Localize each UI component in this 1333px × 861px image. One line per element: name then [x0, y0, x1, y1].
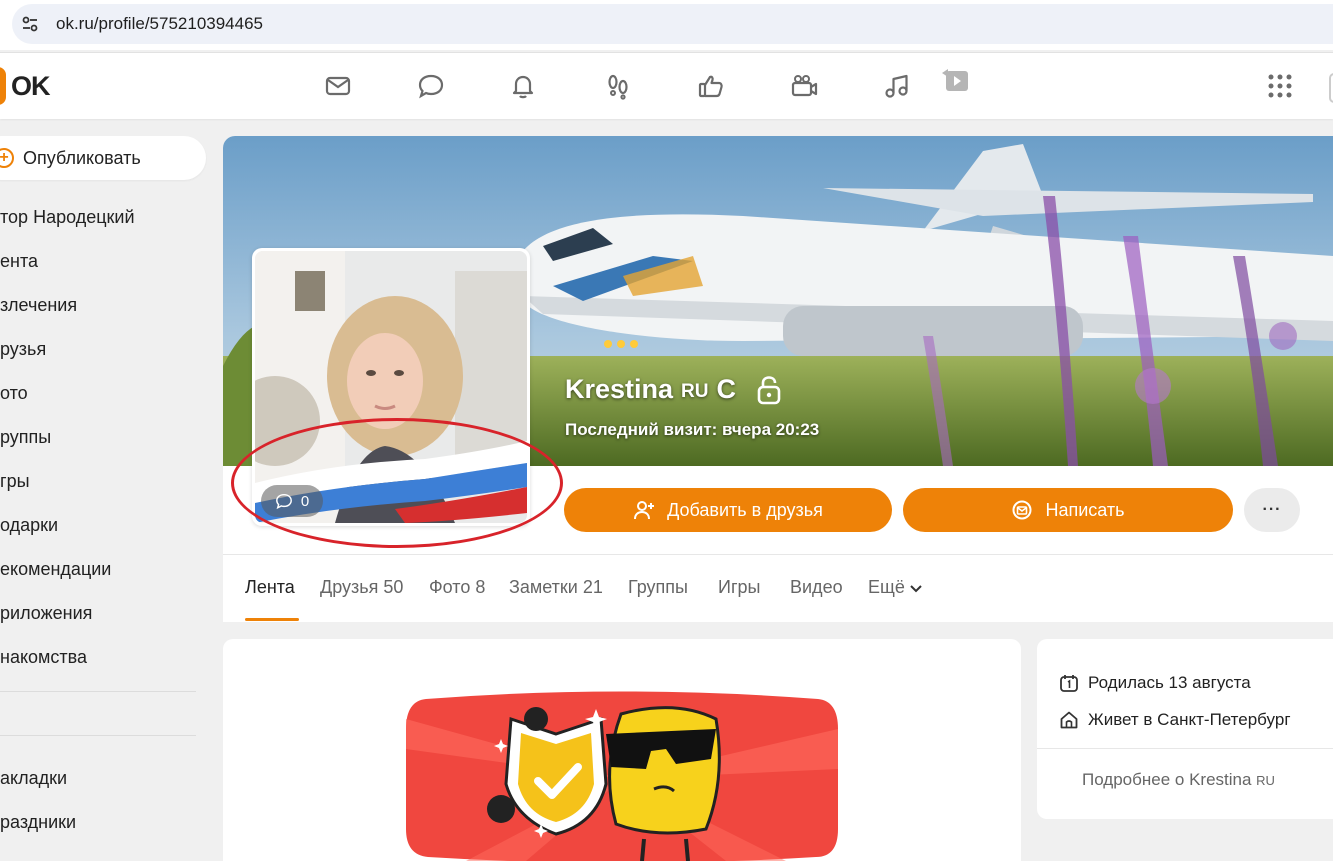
more-actions-button[interactable]: ··· — [1244, 488, 1300, 532]
bell-icon[interactable] — [506, 69, 540, 103]
profile-card: 0 Krestina RU C Последний визит: вчера 2… — [223, 136, 1333, 622]
feed-panel — [223, 639, 1021, 861]
lock-icon[interactable] — [756, 375, 782, 405]
more-about-link[interactable]: Подробнее о Krestina RU — [1082, 770, 1275, 790]
tab-friends[interactable]: Друзья 50 — [320, 577, 403, 598]
apps-grid-icon[interactable] — [1263, 69, 1297, 103]
sidebar-item-dating[interactable]: накомства — [0, 647, 200, 668]
profile-info-panel: Родилась 13 августа Живет в Санкт-Петерб… — [1037, 639, 1333, 819]
write-message-label: Написать — [1045, 499, 1125, 520]
site-settings-icon[interactable] — [12, 14, 48, 34]
header-edge-control — [1329, 73, 1333, 103]
ru-badge: RU — [681, 380, 709, 402]
sidebar-item-groups[interactable]: руппы — [0, 427, 200, 448]
sidebar-item-holidays[interactable]: раздники — [0, 812, 200, 833]
publish-button[interactable]: + Опубликовать — [0, 136, 206, 180]
write-message-button[interactable]: Написать — [903, 488, 1233, 532]
avatar-comments-button[interactable]: 0 — [261, 485, 323, 517]
ok-logo-mark — [0, 67, 6, 105]
tab-more-label: Ещё — [868, 577, 905, 597]
add-friend-button[interactable]: Добавить в друзья — [564, 488, 892, 532]
tab-feed[interactable]: Лента — [245, 577, 295, 598]
tab-video[interactable]: Видео — [790, 577, 843, 598]
tab-more[interactable]: Ещё — [868, 577, 923, 598]
tab-photos[interactable]: Фото 8 — [429, 577, 485, 598]
sidebar-item-feed[interactable]: ента — [0, 251, 200, 272]
publish-label: Опубликовать — [23, 147, 141, 168]
tab-games[interactable]: Игры — [718, 577, 760, 598]
sidebar-divider — [0, 735, 196, 736]
add-friend-label: Добавить в друзья — [667, 499, 823, 520]
profile-name-suffix: C — [716, 374, 737, 404]
city-text: Живет в Санкт-Петербург — [1088, 710, 1291, 729]
sidebar-item-recommendations[interactable]: екомендации — [0, 559, 200, 580]
comment-icon — [275, 493, 292, 510]
address-field[interactable]: ok.ru/profile/575210394465 — [12, 4, 1333, 44]
sidebar-divider — [0, 691, 196, 692]
more-about-label: Подробнее о Krestina — [1082, 770, 1252, 789]
message-icon — [1012, 500, 1032, 520]
sidebar-item-gifts[interactable]: одарки — [0, 515, 200, 536]
site-header: OK — [0, 52, 1333, 119]
chat-icon[interactable] — [414, 69, 448, 103]
city-row: Живет в Санкт-Петербург — [1059, 710, 1291, 730]
ru-badge: RU — [1256, 773, 1275, 788]
avatar-comments-count: 0 — [300, 492, 310, 510]
music-note-icon[interactable] — [880, 69, 914, 103]
sidebar-item-photos[interactable]: ото — [0, 383, 200, 404]
guests-footprints-icon[interactable] — [601, 69, 635, 103]
ok-logo[interactable]: OK — [0, 67, 50, 105]
video-play-icon[interactable] — [937, 65, 971, 99]
more-dots-icon: ··· — [1262, 501, 1282, 518]
info-divider — [1037, 748, 1333, 749]
add-user-icon — [634, 501, 655, 520]
profile-name: Krestina RU C — [565, 374, 782, 405]
ok-logo-text: OK — [11, 70, 50, 101]
sidebar-item-friends[interactable]: рузья — [0, 339, 200, 360]
tab-notes[interactable]: Заметки 21 — [509, 577, 603, 598]
birthday-text: Родилась 13 августа — [1088, 673, 1251, 692]
url-text[interactable]: ok.ru/profile/575210394465 — [56, 14, 263, 34]
active-tab-indicator — [245, 618, 299, 621]
sidebar-user-name[interactable]: тор Народецкий — [0, 207, 200, 228]
video-camera-icon[interactable] — [787, 69, 821, 103]
plus-icon: + — [0, 148, 14, 168]
last-visit-text: Последний визит: вчера 20:23 — [565, 420, 820, 439]
birthday-row: Родилась 13 августа — [1059, 673, 1251, 693]
mail-icon[interactable] — [321, 69, 355, 103]
home-icon — [1060, 711, 1078, 729]
tab-groups[interactable]: Группы — [628, 577, 688, 598]
privacy-banner-illustration — [406, 689, 838, 861]
browser-url-bar: ok.ru/profile/575210394465 — [0, 0, 1333, 50]
calendar-icon — [1060, 675, 1078, 692]
sidebar-item-entertainment[interactable]: злечения — [0, 295, 200, 316]
left-sidebar: + Опубликовать тор Народецкий ента злече… — [0, 120, 210, 861]
chevron-down-icon — [910, 584, 922, 592]
profile-first-name: Krestina — [565, 374, 674, 404]
like-icon[interactable] — [694, 69, 728, 103]
sidebar-item-apps[interactable]: риложения — [0, 603, 200, 624]
card-divider — [223, 554, 1333, 555]
sidebar-item-bookmarks[interactable]: акладки — [0, 768, 200, 789]
sidebar-item-games[interactable]: гры — [0, 471, 200, 492]
